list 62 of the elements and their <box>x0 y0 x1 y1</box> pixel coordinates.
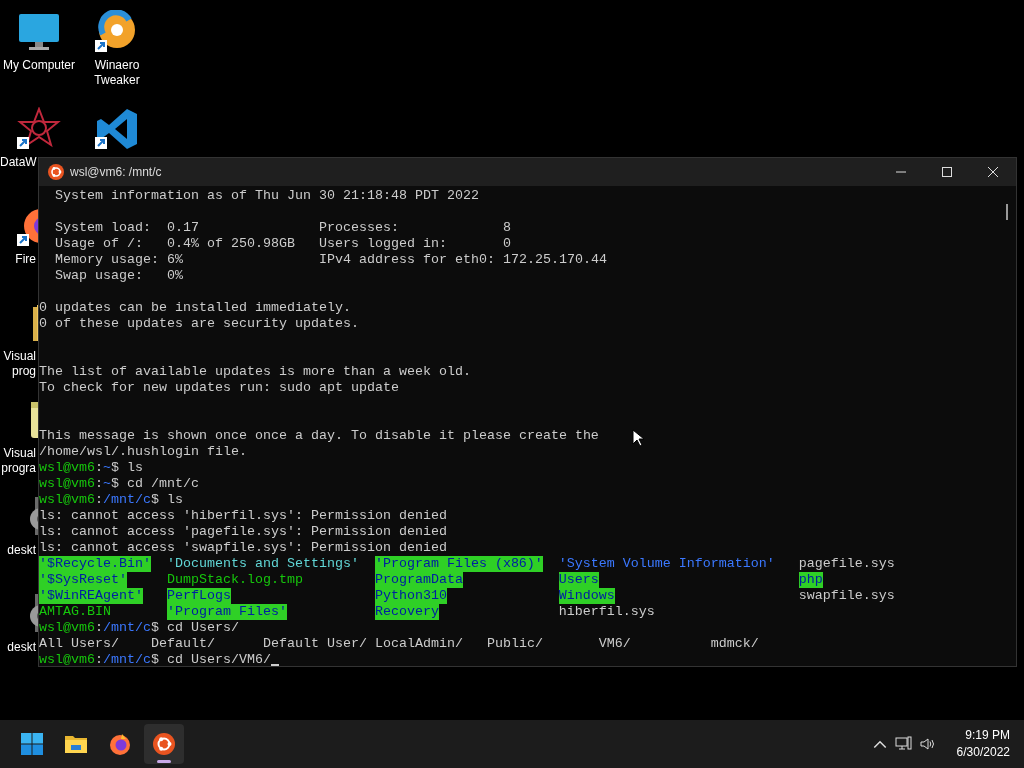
windows-logo-icon <box>20 732 44 756</box>
terminal-line: 0 of these updates are security updates. <box>39 316 359 332</box>
terminal-line: System load: 0.17 Processes: 8 <box>55 220 511 236</box>
close-icon <box>988 167 998 177</box>
desktop-icon-label[interactable]: DataW <box>0 155 36 170</box>
ubuntu-icon <box>48 164 64 180</box>
terminal-prompt-line: wsl@vm6:~$ cd /mnt/c <box>39 476 199 492</box>
file-name: AMTAG.BIN <box>39 604 111 620</box>
terminal-prompt-line: wsl@vm6:/mnt/c$ cd Users/VM6/ <box>39 652 271 668</box>
file-name: DumpStack.log.tmp <box>166 572 303 588</box>
desktop-icon-label[interactable]: My Computer <box>1 58 77 73</box>
desktop-icon-label[interactable]: Visual prog <box>0 349 36 379</box>
desktop-icon-label[interactable]: deskt <box>0 640 36 655</box>
terminal-line: All Users/ Default/ Default User/ LocalAdmin/ Public/ VM6/ mdmck/ <box>39 636 759 652</box>
window-title: wsl@vm6: /mnt/c <box>70 165 162 179</box>
terminal-line: ls: cannot access 'swapfile.sys': Permission denied <box>39 540 447 556</box>
terminal-prompt-line: wsl@vm6:/mnt/c$ cd Users/ <box>39 620 239 636</box>
terminal-line: System information as of Thu Jun 30 21:18:48 PDT 2022 <box>55 188 479 204</box>
file-name: php <box>798 572 823 588</box>
file-name: 'Documents and Settings' <box>166 556 359 572</box>
clock-date: 6/30/2022 <box>956 744 1010 761</box>
maximize-icon <box>942 167 952 177</box>
clock[interactable]: 9:19 PM 6/30/2022 <box>956 727 1010 761</box>
terminal-line: Memory usage: 6% IPv4 address for eth0: 172.25.170.44 <box>55 252 607 268</box>
terminal-prompt-line: wsl@vm6:~$ ls <box>39 460 143 476</box>
terminal-line: Usage of /: 0.4% of 250.98GB Users logged in: 0 <box>55 236 511 252</box>
file-name: Users <box>558 572 599 588</box>
terminal-line: 0 updates can be installed immediately. <box>39 300 351 316</box>
desktop-icon-label[interactable]: deskt <box>0 543 36 558</box>
terminal-line: The list of available updates is more than a week old. <box>39 364 471 380</box>
file-name: '$WinREAgent' <box>39 588 143 604</box>
file-name: '$Recycle.Bin' <box>39 556 151 572</box>
file-name: '$SysReset' <box>39 572 127 588</box>
terminal-prompt-line: wsl@vm6:/mnt/c$ ls <box>39 492 183 508</box>
file-name: swapfile.sys <box>798 588 895 604</box>
terminal-line: ls: cannot access 'hiberfil.sys': Permission denied <box>39 508 447 524</box>
ubuntu-icon <box>152 732 176 756</box>
file-name: Recovery <box>374 604 439 620</box>
file-name: ProgramData <box>374 572 463 588</box>
terminal-line: Swap usage: 0% <box>55 268 183 284</box>
file-name: 'Program Files (x86)' <box>374 556 543 572</box>
network-icon[interactable] <box>894 736 913 752</box>
browser-icon <box>108 732 132 756</box>
desktop-icon-label[interactable]: Visual progra <box>0 446 36 476</box>
file-name: 'Program Files' <box>166 604 287 620</box>
file-name: 'System Volume Information' <box>558 556 775 572</box>
code-editor-icon[interactable] <box>95 107 139 151</box>
desktop-icon-label[interactable]: Fire <box>0 252 36 267</box>
terminal-line: ls: cannot access 'pagefile.sys': Permission denied <box>39 524 447 540</box>
mouse-pointer-icon <box>632 429 644 447</box>
desktop-icon-label[interactable]: Winaero Tweaker <box>79 58 155 88</box>
file-name: PerfLogs <box>166 588 231 604</box>
file-name: hiberfil.sys <box>558 604 655 620</box>
file-name: pagefile.sys <box>798 556 895 572</box>
clock-time: 9:19 PM <box>965 727 1010 744</box>
taskbar-app-button[interactable] <box>144 724 184 764</box>
terminal-line: This message is shown once once a day. To disable it please create the <box>39 428 599 444</box>
terminal-line: To check for new updates run: sudo apt update <box>39 380 399 396</box>
speaker-icon[interactable] <box>918 736 937 752</box>
scrollbar-thumb[interactable] <box>1006 204 1008 220</box>
file-name: Python310 <box>374 588 447 604</box>
terminal-line: /home/wsl/.hushlogin file. <box>39 444 247 460</box>
